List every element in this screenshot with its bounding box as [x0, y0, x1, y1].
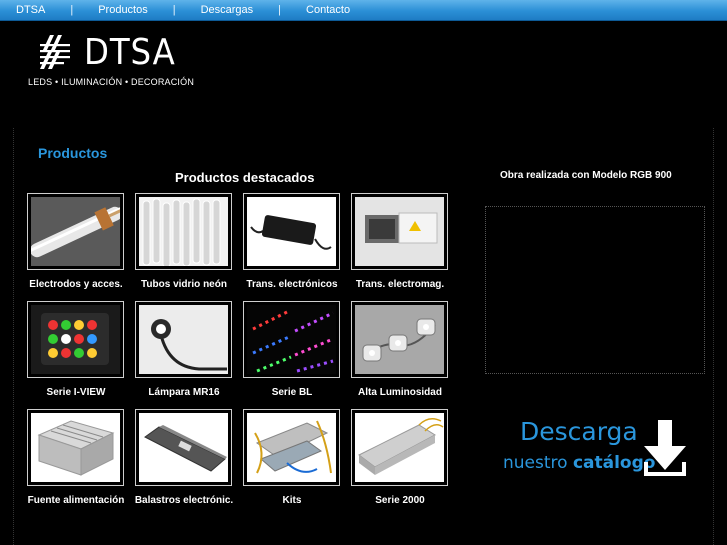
product-label[interactable]: Serie 2000 [335, 495, 465, 506]
catalog-line-1: Descarga [520, 417, 638, 446]
kits-photo-icon [247, 413, 336, 482]
featured-products-heading: Productos destacados [175, 170, 315, 185]
power-supply-photo-icon [31, 413, 120, 482]
logo-tagline: LEDS • ILUMINACIÓN • DECORACIÓN [28, 77, 195, 87]
series-2000-driver-photo-icon [355, 413, 444, 482]
download-arrow-icon [644, 420, 686, 476]
catalog-line-2: nuestro catálogo [503, 453, 655, 473]
page-title: Productos [38, 145, 108, 161]
product-card: Tubos vidrio neón [134, 193, 233, 290]
mr16-lamp-photo-icon [139, 305, 228, 374]
nav-separator: | [278, 4, 282, 16]
led-strips-photo-icon [247, 305, 336, 374]
dtsa-logo-mark-icon [40, 35, 70, 69]
product-card: Kits [242, 409, 341, 506]
product-card: Fuente alimentación [26, 409, 125, 506]
product-label[interactable]: Trans. electromag. [335, 279, 465, 290]
electronic-transformer-photo-icon [247, 197, 336, 266]
product-thumbnail[interactable] [351, 409, 448, 486]
product-card: Trans. electrónicos [242, 193, 341, 290]
left-divider [13, 128, 14, 545]
product-thumbnail[interactable] [135, 301, 232, 378]
product-card: Serie I-VIEW [26, 301, 125, 398]
product-card: Serie 2000 [350, 409, 449, 506]
top-nav-bar: DTSA | Productos | Descargas | Contacto [0, 0, 727, 21]
product-card: Balastros electrónic. [134, 409, 233, 506]
featured-work-heading: Obra realizada con Modelo RGB 900 [500, 170, 672, 181]
electrode-tube-photo-icon [31, 197, 120, 266]
high-brightness-led-modules-photo-icon [355, 305, 444, 374]
featured-work-frame [485, 206, 705, 374]
nav-item-dtsa[interactable]: DTSA [16, 4, 45, 16]
product-thumbnail[interactable] [351, 301, 448, 378]
product-thumbnail[interactable] [27, 301, 124, 378]
product-thumbnail[interactable] [351, 193, 448, 270]
product-card: Electrodos y acces. [26, 193, 125, 290]
download-catalog-banner[interactable]: Descarga nuestro catálogo [503, 415, 693, 480]
nav-item-productos[interactable]: Productos [98, 4, 148, 16]
neon-glass-tubes-photo-icon [139, 197, 228, 266]
product-thumbnail[interactable] [243, 301, 340, 378]
product-thumbnail[interactable] [243, 193, 340, 270]
electromagnetic-transformer-photo-icon [355, 197, 444, 266]
product-thumbnail[interactable] [243, 409, 340, 486]
right-divider [713, 128, 714, 545]
product-thumbnail[interactable] [135, 409, 232, 486]
site-logo[interactable]: DTSA LEDS • ILUMINACIÓN • DECORACIÓN [28, 32, 198, 92]
nav-item-contacto[interactable]: Contacto [306, 4, 350, 16]
nav-separator: | [172, 4, 176, 16]
logo-wordmark: DTSA [84, 32, 176, 73]
nav-item-descargas[interactable]: Descargas [201, 4, 254, 16]
product-thumbnail[interactable] [135, 193, 232, 270]
rgb-led-floodlight-photo-icon [31, 305, 120, 374]
product-thumbnail[interactable] [27, 409, 124, 486]
nav-separator: | [70, 4, 74, 16]
catalog-line-2-prefix: nuestro [503, 453, 568, 473]
product-card: Alta Luminosidad [350, 301, 449, 398]
electronic-ballast-photo-icon [139, 413, 228, 482]
product-thumbnail[interactable] [27, 193, 124, 270]
product-label[interactable]: Alta Luminosidad [335, 387, 465, 398]
product-card: Lámpara MR16 [134, 301, 233, 398]
product-card: Trans. electromag. [350, 193, 449, 290]
product-card: Serie BL [242, 301, 341, 398]
